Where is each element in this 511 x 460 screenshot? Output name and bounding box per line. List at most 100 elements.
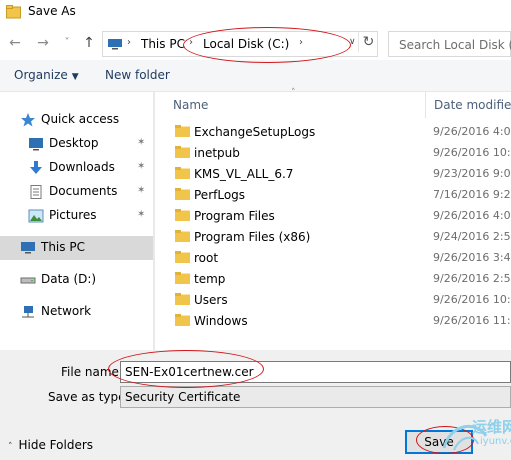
documents-icon <box>30 185 42 199</box>
pin-icon[interactable]: ✶ <box>137 209 145 220</box>
folder-icon <box>175 146 190 158</box>
save-as-type-label: Save as type: <box>48 390 130 404</box>
sidebar-label: Downloads <box>49 160 115 174</box>
computer-icon <box>21 242 35 254</box>
sidebar-item-desktop[interactable]: Desktop ✶ <box>0 132 153 156</box>
folder-icon <box>175 167 190 179</box>
sidebar-item-network[interactable]: Network <box>0 300 153 324</box>
folder-icon <box>175 125 190 137</box>
up-arrow-icon[interactable]: ↑ <box>80 34 98 52</box>
folder-icon <box>175 209 190 221</box>
download-arrow-icon <box>30 161 42 174</box>
annotation-ellipse-address <box>183 27 351 63</box>
search-placeholder: Search Local Disk (C:) <box>399 38 511 52</box>
save-as-type-value: Security Certificate <box>125 390 241 404</box>
folder-date: 9/26/2016 2:54 <box>433 272 511 285</box>
network-icon <box>22 306 34 318</box>
folder-name: Users <box>194 293 228 307</box>
command-toolbar: Organize ▼ New folder <box>0 60 511 92</box>
folder-date: 9/23/2016 9:02 <box>433 167 511 180</box>
sort-ascending-icon: ˄ <box>291 88 296 98</box>
folder-row[interactable]: inetpub 9/26/2016 10:2 <box>155 143 511 164</box>
file-list: ˄ Name Date modified ExchangeSetupLogs 9… <box>155 88 511 350</box>
sidebar-item-this-pc[interactable]: This PC <box>0 236 153 260</box>
folder-icon <box>175 251 190 263</box>
folder-row[interactable]: Windows 9/26/2016 11:1 <box>155 311 511 332</box>
folder-date: 9/26/2016 4:05 <box>433 209 511 222</box>
pin-icon[interactable]: ✶ <box>137 137 145 148</box>
sidebar-item-quick-access[interactable]: Quick access <box>0 108 153 132</box>
organize-dropdown-icon: ▼ <box>71 72 79 82</box>
sidebar-item-pictures[interactable]: Pictures ✶ <box>0 204 153 228</box>
pin-icon[interactable]: ✶ <box>137 161 145 172</box>
sidebar-label: Documents <box>49 184 118 198</box>
search-input[interactable]: Search Local Disk (C:) <box>388 31 511 57</box>
folder-date: 9/26/2016 3:49 <box>433 251 511 264</box>
title-bar: Save As <box>0 0 511 28</box>
sidebar-label: Data (D:) <box>41 272 97 286</box>
collapse-chevron-icon: ˄ <box>8 442 13 452</box>
drive-icon <box>20 277 36 284</box>
folder-row[interactable]: Users 9/26/2016 10:3 <box>155 290 511 311</box>
folder-icon <box>175 188 190 200</box>
folder-date: 7/16/2016 9:23 <box>433 188 511 201</box>
folder-row[interactable]: ExchangeSetupLogs 9/26/2016 4:05 <box>155 122 511 143</box>
recent-locations-chevron-icon[interactable]: ˅ <box>58 34 76 52</box>
window-title: Save As <box>28 4 76 18</box>
column-header-name[interactable]: ˄ Name <box>155 88 417 118</box>
hide-folders-button[interactable]: ˄ Hide Folders <box>8 438 93 452</box>
star-icon <box>21 113 35 127</box>
folder-name: KMS_VL_ALL_6.7 <box>194 167 294 181</box>
column-header-label: Name <box>173 98 209 112</box>
save-as-type-select[interactable]: Security Certificate <box>120 386 511 408</box>
folder-row[interactable]: Program Files 9/26/2016 4:05 <box>155 206 511 227</box>
folder-row[interactable]: root 9/26/2016 3:49 <box>155 248 511 269</box>
folder-name: PerfLogs <box>194 188 246 202</box>
folder-name: root <box>194 251 219 265</box>
forward-arrow-icon[interactable]: → <box>34 34 52 52</box>
refresh-icon[interactable]: ↻ <box>358 32 378 52</box>
folder-name: Program Files (x86) <box>194 230 311 244</box>
sidebar-item-documents[interactable]: Documents ✶ <box>0 180 153 204</box>
sidebar-label: Desktop <box>49 136 99 150</box>
pictures-icon <box>28 209 44 223</box>
sidebar-label: Pictures <box>49 208 97 222</box>
folder-name: Windows <box>194 314 248 328</box>
folder-date: 9/26/2016 10:2 <box>433 146 511 159</box>
watermark-text: 运维网 <box>472 418 511 436</box>
folder-name: temp <box>194 272 226 286</box>
breadcrumb-this-pc[interactable]: This PC <box>141 37 185 51</box>
this-pc-small-icon <box>108 39 122 50</box>
back-arrow-icon[interactable]: ← <box>6 34 24 52</box>
folder-row[interactable]: PerfLogs 7/16/2016 9:23 <box>155 185 511 206</box>
column-header-date-modified[interactable]: Date modified <box>425 92 511 118</box>
sidebar-label: Network <box>41 304 92 318</box>
watermark-subtext: iyunv.com <box>480 436 511 447</box>
folder-date: 9/24/2016 2:54 <box>433 230 511 243</box>
folder-row[interactable]: Program Files (x86) 9/24/2016 2:54 <box>155 227 511 248</box>
folder-icon <box>175 314 190 326</box>
sidebar-item-downloads[interactable]: Downloads ✶ <box>0 156 153 180</box>
sidebar-label: Quick access <box>41 112 120 126</box>
hide-folders-label: Hide Folders <box>18 438 94 452</box>
folder-name: ExchangeSetupLogs <box>194 125 316 139</box>
folder-date: 9/26/2016 10:3 <box>433 293 511 306</box>
folder-name: inetpub <box>194 146 240 160</box>
folder-icon <box>175 293 190 305</box>
folder-date: 9/26/2016 11:1 <box>433 314 511 327</box>
new-folder-button[interactable]: New folder <box>105 68 170 82</box>
folder-date: 9/26/2016 4:05 <box>433 125 511 138</box>
organize-label: Organize <box>14 68 68 82</box>
sidebar-item-data-drive[interactable]: Data (D:) <box>0 268 153 292</box>
folder-row[interactable]: KMS_VL_ALL_6.7 9/23/2016 9:02 <box>155 164 511 185</box>
folder-row[interactable]: temp 9/26/2016 2:54 <box>155 269 511 290</box>
organize-button[interactable]: Organize ▼ <box>14 68 79 82</box>
desktop-icon <box>29 138 43 151</box>
folder-icon <box>175 272 190 284</box>
breadcrumb-separator-icon: › <box>127 37 131 48</box>
folder-name: Program Files <box>194 209 275 223</box>
folder-icon <box>175 230 190 242</box>
pin-icon[interactable]: ✶ <box>137 185 145 196</box>
sidebar-label: This PC <box>41 240 85 254</box>
navigation-pane: Quick access Desktop ✶ Downloads ✶ Docum… <box>0 92 155 350</box>
